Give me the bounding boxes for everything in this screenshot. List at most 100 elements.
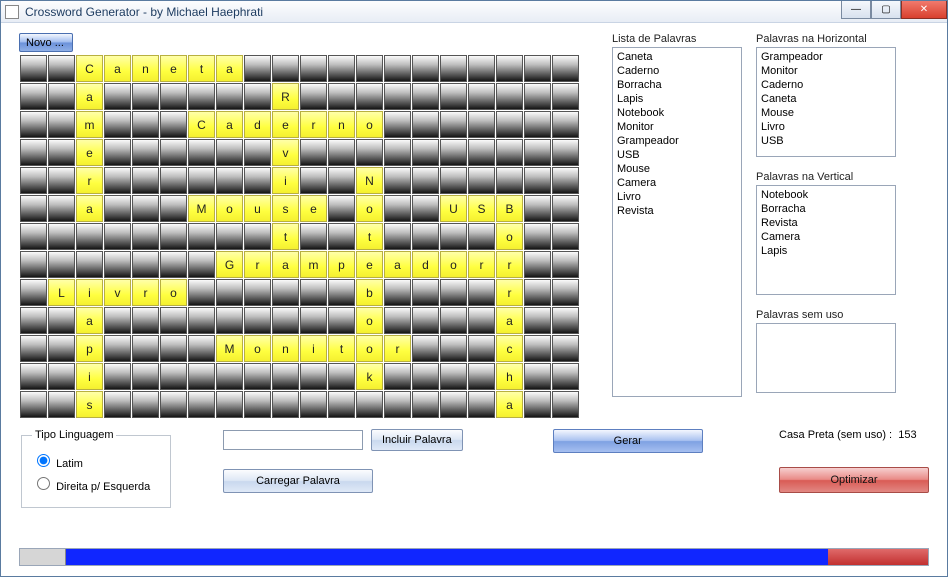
grid-cell-black[interactable] — [132, 335, 159, 362]
grid-cell-black[interactable] — [356, 391, 383, 418]
grid-cell-black[interactable] — [328, 279, 355, 306]
grid-cell-fill[interactable]: u — [244, 195, 271, 222]
grid-cell-black[interactable] — [412, 83, 439, 110]
grid-cell-fill[interactable]: c — [496, 335, 523, 362]
grid-cell-black[interactable] — [524, 307, 551, 334]
radio-direita[interactable]: Direita p/ Esquerda — [32, 474, 160, 493]
grid-cell-black[interactable] — [160, 335, 187, 362]
grid-cell-black[interactable] — [328, 55, 355, 82]
list-item[interactable]: Borracha — [761, 202, 891, 216]
grid-cell-black[interactable] — [48, 195, 75, 222]
grid-cell-black[interactable] — [244, 363, 271, 390]
grid-cell-black[interactable] — [552, 195, 579, 222]
grid-cell-black[interactable] — [440, 279, 467, 306]
grid-cell-black[interactable] — [48, 83, 75, 110]
grid-cell-black[interactable] — [524, 83, 551, 110]
grid-cell-black[interactable] — [188, 251, 215, 278]
grid-cell-black[interactable] — [468, 279, 495, 306]
gerar-button[interactable]: Gerar — [553, 429, 703, 453]
grid-cell-fill[interactable]: r — [76, 167, 103, 194]
optimizar-button[interactable]: Optimizar — [779, 467, 929, 493]
grid-cell-black[interactable] — [524, 251, 551, 278]
grid-cell-black[interactable] — [132, 251, 159, 278]
grid-cell-black[interactable] — [160, 167, 187, 194]
grid-cell-black[interactable] — [160, 363, 187, 390]
grid-cell-fill[interactable]: a — [76, 195, 103, 222]
grid-cell-black[interactable] — [216, 391, 243, 418]
grid-cell-black[interactable] — [244, 55, 271, 82]
list-item[interactable]: Mouse — [761, 106, 891, 120]
list-item[interactable]: Monitor — [617, 120, 737, 134]
grid-cell-black[interactable] — [412, 391, 439, 418]
grid-cell-black[interactable] — [412, 335, 439, 362]
grid-cell-black[interactable] — [384, 195, 411, 222]
grid-cell-black[interactable] — [524, 223, 551, 250]
grid-cell-black[interactable] — [20, 391, 47, 418]
grid-cell-black[interactable] — [300, 391, 327, 418]
grid-cell-black[interactable] — [216, 223, 243, 250]
grid-cell-fill[interactable]: o — [356, 111, 383, 138]
grid-cell-black[interactable] — [356, 55, 383, 82]
grid-cell-black[interactable] — [552, 223, 579, 250]
grid-cell-fill[interactable]: a — [104, 55, 131, 82]
grid-cell-fill[interactable]: a — [216, 55, 243, 82]
list-item[interactable]: Camera — [761, 230, 891, 244]
grid-cell-black[interactable] — [216, 139, 243, 166]
grid-cell-fill[interactable]: e — [272, 111, 299, 138]
list-item[interactable]: Livro — [617, 190, 737, 204]
grid-cell-black[interactable] — [48, 223, 75, 250]
grid-cell-fill[interactable]: e — [356, 251, 383, 278]
grid-cell-black[interactable] — [160, 391, 187, 418]
grid-cell-black[interactable] — [104, 167, 131, 194]
grid-cell-black[interactable] — [384, 391, 411, 418]
grid-cell-fill[interactable]: i — [76, 363, 103, 390]
grid-cell-black[interactable] — [496, 55, 523, 82]
grid-cell-black[interactable] — [524, 391, 551, 418]
grid-cell-black[interactable] — [216, 363, 243, 390]
incluir-button[interactable]: Incluir Palavra — [371, 429, 463, 451]
grid-cell-black[interactable] — [412, 139, 439, 166]
grid-cell-black[interactable] — [20, 307, 47, 334]
grid-cell-black[interactable] — [104, 223, 131, 250]
grid-cell-black[interactable] — [48, 335, 75, 362]
grid-cell-fill[interactable]: i — [272, 167, 299, 194]
grid-cell-black[interactable] — [356, 83, 383, 110]
list-item[interactable]: Borracha — [617, 78, 737, 92]
grid-cell-fill[interactable]: n — [328, 111, 355, 138]
grid-cell-black[interactable] — [552, 307, 579, 334]
grid-cell-black[interactable] — [412, 167, 439, 194]
grid-cell-black[interactable] — [160, 251, 187, 278]
grid-cell-black[interactable] — [188, 363, 215, 390]
grid-cell-fill[interactable]: C — [188, 111, 215, 138]
grid-cell-black[interactable] — [496, 167, 523, 194]
grid-cell-black[interactable] — [356, 139, 383, 166]
grid-cell-fill[interactable]: r — [132, 279, 159, 306]
grid-cell-fill[interactable]: p — [328, 251, 355, 278]
list-item[interactable]: Mouse — [617, 162, 737, 176]
grid-cell-fill[interactable]: b — [356, 279, 383, 306]
grid-cell-black[interactable] — [216, 167, 243, 194]
list-item[interactable]: Caderno — [617, 64, 737, 78]
grid-cell-black[interactable] — [132, 307, 159, 334]
crossword-grid[interactable]: CanetaaRmCadernoevriNaMouseoUSBttoGrampe… — [19, 54, 580, 419]
grid-cell-fill[interactable]: L — [48, 279, 75, 306]
grid-cell-black[interactable] — [468, 335, 495, 362]
grid-cell-black[interactable] — [48, 363, 75, 390]
grid-cell-black[interactable] — [524, 55, 551, 82]
grid-cell-black[interactable] — [20, 223, 47, 250]
grid-cell-fill[interactable]: s — [272, 195, 299, 222]
grid-cell-black[interactable] — [160, 195, 187, 222]
grid-cell-black[interactable] — [48, 139, 75, 166]
grid-cell-black[interactable] — [412, 195, 439, 222]
list-item[interactable]: Revista — [761, 216, 891, 230]
vert-list[interactable]: NotebookBorrachaRevistaCameraLapis — [756, 185, 896, 295]
grid-cell-black[interactable] — [188, 83, 215, 110]
grid-cell-black[interactable] — [440, 167, 467, 194]
grid-cell-black[interactable] — [160, 223, 187, 250]
grid-cell-fill[interactable]: G — [216, 251, 243, 278]
grid-cell-fill[interactable]: o — [356, 335, 383, 362]
grid-cell-fill[interactable]: r — [300, 111, 327, 138]
grid-cell-black[interactable] — [552, 139, 579, 166]
grid-cell-black[interactable] — [496, 139, 523, 166]
grid-cell-black[interactable] — [524, 279, 551, 306]
